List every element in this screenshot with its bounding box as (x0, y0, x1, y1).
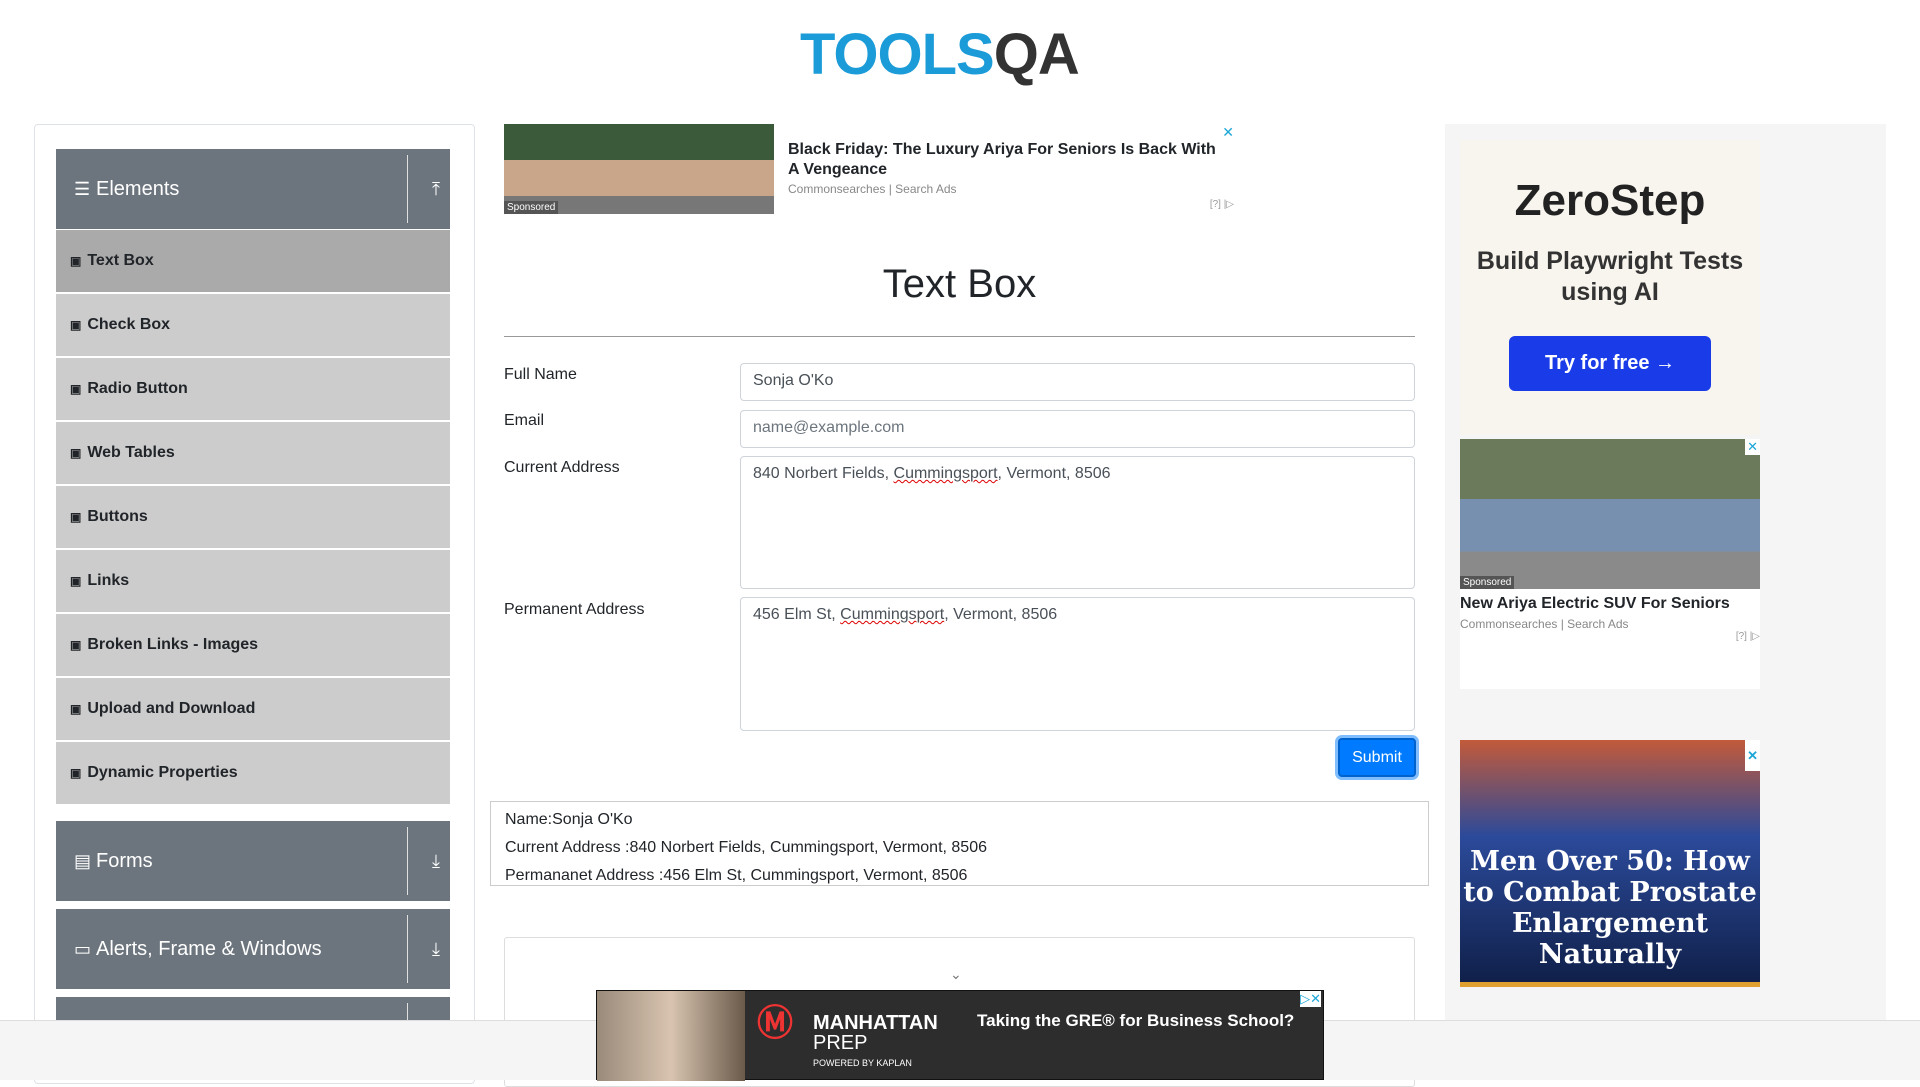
item-label: Buttons (87, 508, 148, 525)
group-label: Forms (96, 849, 153, 872)
close-icon[interactable]: ✕ (1745, 740, 1760, 771)
html5-icon: ▣ (70, 638, 82, 652)
page-title: Text Box (882, 262, 1037, 306)
sidebar-item-text-box[interactable]: ▣ Text Box (56, 230, 450, 292)
collapse-up-icon: ⤒ (432, 178, 440, 199)
submit-button[interactable]: Submit (1338, 738, 1416, 777)
html5-icon: ▣ (70, 318, 82, 332)
text: 456 Elm St, (753, 606, 841, 623)
sidebar-item-upload-download[interactable]: ▣ Upload and Download (56, 678, 450, 740)
divider (504, 336, 1415, 337)
html5-icon: ▣ (70, 766, 82, 780)
ad-source: Commonsearches | Search Ads (788, 182, 957, 196)
close-icon[interactable]: ▷✕ (1300, 991, 1321, 1007)
expand-down-icon: ⤓ (432, 850, 440, 871)
chevron-down-icon[interactable]: ⌄ (950, 966, 962, 983)
ad-headline: Men Over 50: How to Combat Prostate Enla… (1463, 846, 1757, 970)
output-current-address: Current Address :840 Norbert Fields, Cum… (505, 839, 987, 856)
group-label: Elements (96, 177, 180, 200)
menu-icon: ☰ (74, 178, 91, 199)
adchoices-icon[interactable]: [?] |▷ (1210, 199, 1234, 210)
sidebar-item-web-tables[interactable]: ▣ Web Tables (56, 422, 450, 484)
car-ad[interactable]: Sponsored New Ariya Electric SUV For Sen… (1460, 439, 1760, 689)
html5-icon: ▣ (70, 254, 82, 268)
text: , Vermont, 8506 (997, 465, 1111, 482)
item-label: Upload and Download (87, 700, 256, 717)
gear-q-icon: QA (993, 21, 1080, 87)
item-label: Broken Links - Images (87, 636, 259, 653)
text: 840 Norbert Fields, (753, 465, 894, 482)
group-elements[interactable]: ☰ Elements ⤒ (56, 149, 450, 229)
item-label: Links (87, 572, 130, 589)
current-address-label: Current Address (504, 459, 620, 476)
email-input[interactable]: name@example.com (740, 410, 1415, 448)
toolsqa-logo[interactable]: TOOLS QA (800, 16, 1125, 92)
sidebar-item-links[interactable]: ▣ Links (56, 550, 450, 612)
html5-icon: ▣ (70, 574, 82, 588)
ad-source: Commonsearches | Search Ads (1460, 617, 1629, 631)
zerostep-logo: ZeroStep (1514, 176, 1706, 225)
html5-icon: ▣ (70, 702, 82, 716)
window-icon: ▭ (74, 938, 92, 959)
ad-image: Sponsored (504, 124, 774, 214)
group-forms[interactable]: ▤ Forms ⤓ (56, 821, 450, 901)
html5-icon: ▣ (70, 510, 82, 524)
sidebar-item-broken-links[interactable]: ▣ Broken Links - Images (56, 614, 450, 676)
ad-banner-bottom[interactable]: Ⓜ MANHATTAN PREP POWERED BY KAPLAN Taking t… (596, 990, 1324, 1081)
output-permanent-address: Permananet Address :456 Elm St, Cummings… (505, 867, 968, 884)
ad-headline[interactable]: Black Friday: The Luxury Ariya For Senio… (788, 140, 1218, 180)
prostate-ad[interactable]: Men Over 50: How to Combat Prostate Enla… (1460, 740, 1760, 987)
html5-icon: ▣ (70, 446, 82, 460)
expand-down-icon: ⤓ (432, 938, 440, 959)
current-address-textarea[interactable]: 840 Norbert Fields, Cummingsport, Vermon… (740, 456, 1415, 589)
html5-icon: ▣ (70, 382, 82, 396)
item-label: Check Box (87, 316, 171, 333)
sponsored-label: Sponsored (1460, 576, 1515, 589)
item-label: Radio Button (87, 380, 188, 397)
output-name: Name:Sonja O'Ko (505, 811, 633, 828)
close-icon[interactable]: ✕ (1222, 124, 1234, 141)
zerostep-ad[interactable]: ZeroStep Build Playwright Tests using AI… (1460, 140, 1760, 435)
text: Cummingsport (893, 465, 998, 482)
group-alerts[interactable]: ▭ Alerts, Frame & Windows ⤓ (56, 909, 450, 989)
manhattan-prep-logo: Ⓜ MANHATTAN PREP POWERED BY KAPLAN (757, 1002, 938, 1069)
permanent-address-textarea[interactable]: 456 Elm St, Cummingsport, Vermont, 8506 (740, 597, 1415, 731)
sidebar-item-dynamic-properties[interactable]: ▣ Dynamic Properties (56, 742, 450, 804)
group-label: Alerts, Frame & Windows (96, 937, 322, 960)
item-label: Dynamic Properties (87, 764, 238, 781)
permanent-address-label: Permanent Address (504, 601, 645, 618)
form-icon: ▤ (74, 850, 92, 871)
try-for-free-button[interactable]: Try for free → (1508, 336, 1712, 391)
ad-banner-top[interactable]: Sponsored Black Friday: The Luxury Ariya… (504, 124, 1234, 216)
adchoices-icon[interactable]: [?] |▷ (1460, 631, 1760, 642)
mprep-logo-icon: Ⓜ (757, 1002, 794, 1043)
ad-photo (597, 991, 745, 1081)
full-name-label: Full Name (504, 366, 577, 383)
sponsored-label: Sponsored (504, 201, 559, 214)
ad-subtitle: Build Playwright Tests using AI (1476, 247, 1744, 306)
ad-tagline: Taking the GRE® for Business School? (977, 1011, 1295, 1030)
full-name-input[interactable]: Sonja O'Ko (740, 363, 1415, 401)
ad-headline[interactable]: New Ariya Electric SUV For Seniors (1460, 595, 1760, 613)
sidebar-item-radio-button[interactable]: ▣ Radio Button (56, 358, 450, 420)
text: , Vermont, 8506 (944, 606, 1058, 623)
item-label: Text Box (87, 252, 154, 269)
output-panel: Name:Sonja O'Ko Current Address :840 Nor… (490, 801, 1429, 886)
ad-image: Sponsored (1460, 439, 1760, 589)
item-label: Web Tables (87, 444, 175, 461)
close-icon[interactable]: ✕ (1745, 439, 1760, 455)
sidebar-item-buttons[interactable]: ▣ Buttons (56, 486, 450, 548)
text: Cummingsport (840, 606, 945, 623)
email-label: Email (504, 412, 545, 429)
sidebar-item-check-box[interactable]: ▣ Check Box (56, 294, 450, 356)
